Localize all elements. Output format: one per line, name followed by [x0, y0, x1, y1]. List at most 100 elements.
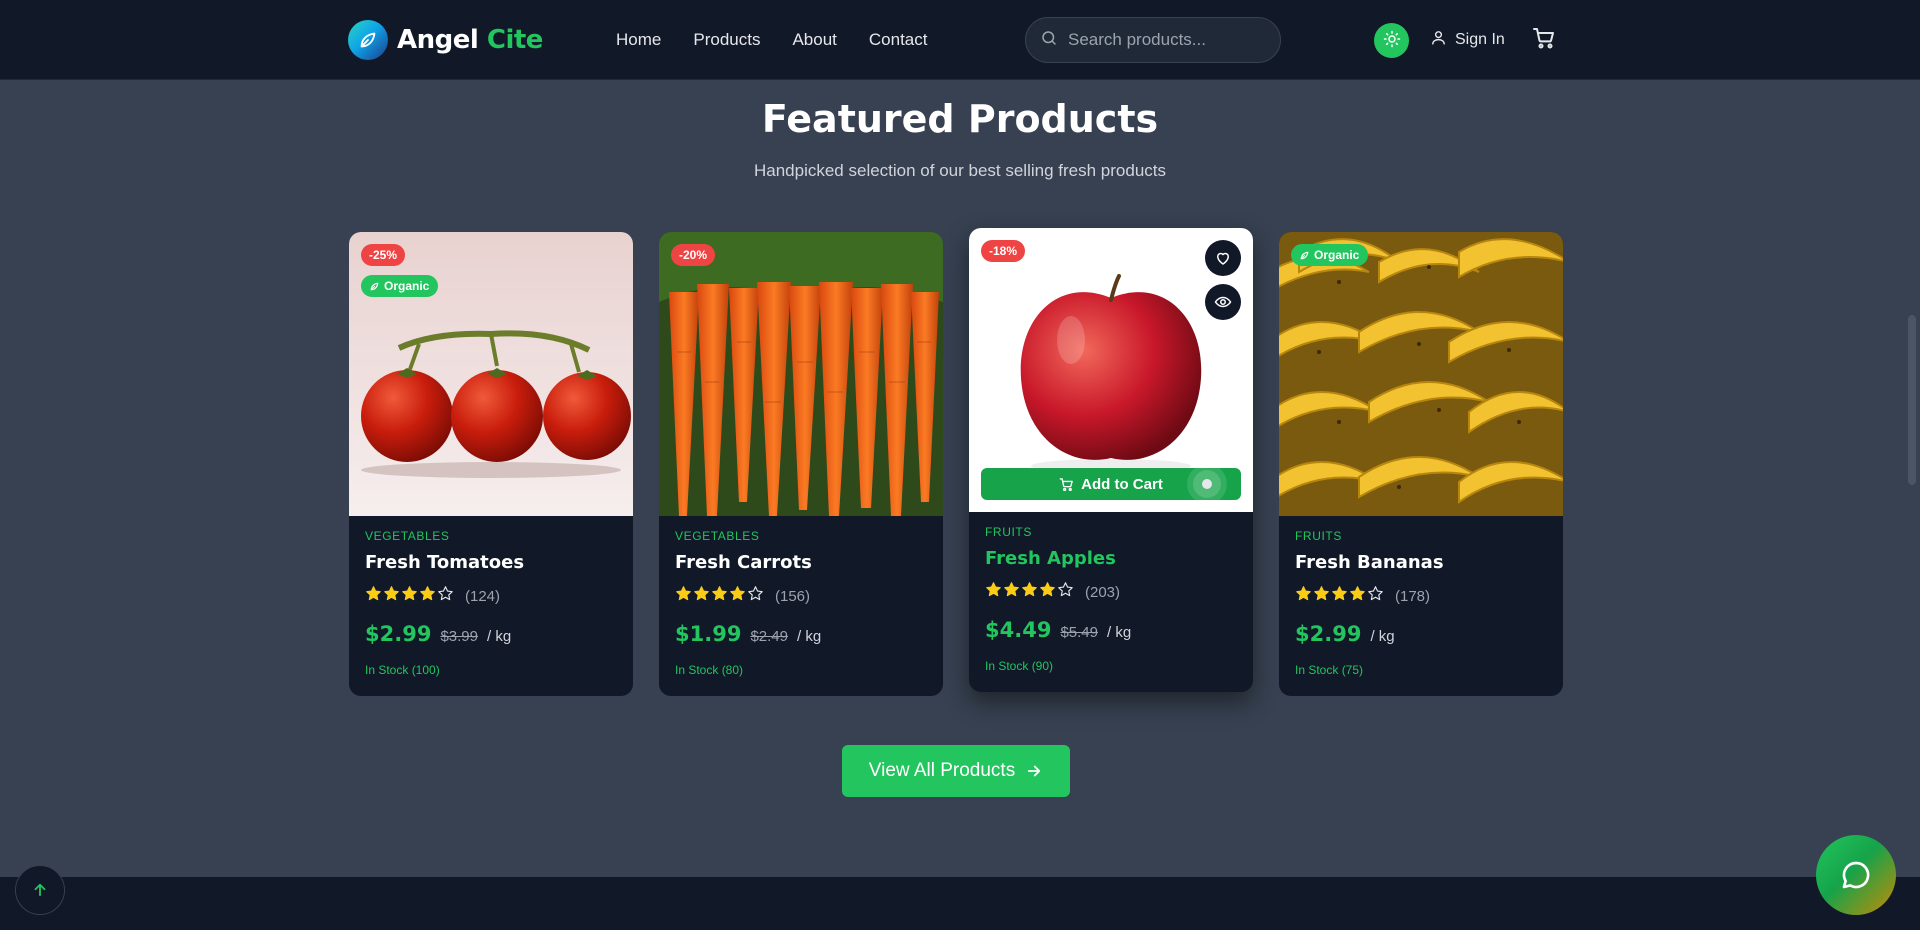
star-icon	[748, 586, 763, 601]
star-icons	[675, 585, 765, 607]
star-icon	[730, 586, 745, 601]
product-name[interactable]: Fresh Bananas	[1295, 552, 1547, 573]
star-icon	[1022, 582, 1037, 597]
add-to-cart-label: Add to Cart	[1081, 475, 1163, 493]
old-price: $2.49	[750, 628, 788, 645]
search-icon	[1040, 29, 1058, 52]
nav-home[interactable]: Home	[616, 30, 661, 50]
search-input[interactable]	[1068, 30, 1258, 50]
product-rating: (178)	[1295, 585, 1547, 607]
eye-icon	[1214, 296, 1232, 308]
organic-badge: Organic	[361, 275, 439, 297]
stock-status: In Stock (80)	[675, 663, 744, 677]
cart-icon	[1059, 477, 1073, 491]
product-card-bananas[interactable]: Organic FRUITS Fresh Bananas (178) $2.99…	[1279, 232, 1563, 696]
sign-in-label: Sign In	[1455, 31, 1505, 48]
product-price: $4.49	[985, 618, 1052, 642]
product-name[interactable]: Fresh Tomatoes	[365, 552, 617, 573]
site-header: Angel Cite Home Products About Contact S…	[0, 0, 1920, 80]
sign-in-button[interactable]: Sign In	[1430, 27, 1505, 53]
product-category: VEGETABLES	[675, 529, 760, 543]
leaf-logo-icon	[348, 20, 388, 60]
product-card-tomatoes[interactable]: -25% Organic VEGETABLES Fresh Tomatoes (…	[349, 232, 633, 696]
product-image-bananas[interactable]: Organic	[1279, 232, 1563, 516]
product-name[interactable]: Fresh Apples	[985, 548, 1237, 569]
sun-icon	[1383, 30, 1401, 51]
product-card-carrots[interactable]: -20% VEGETABLES Fresh Carrots (156) $1.9…	[659, 232, 943, 696]
review-count: (203)	[1085, 583, 1121, 601]
old-price: $3.99	[440, 628, 478, 645]
nav-contact[interactable]: Contact	[869, 30, 928, 50]
search-box	[1025, 17, 1281, 63]
star-icon	[366, 586, 381, 601]
star-icon	[1296, 586, 1311, 601]
product-price: $2.99	[1295, 622, 1362, 646]
price-unit: / kg	[1106, 624, 1132, 641]
chat-button[interactable]	[1816, 835, 1896, 915]
nav-about[interactable]: About	[792, 30, 836, 50]
review-count: (178)	[1395, 587, 1431, 605]
star-icon	[1004, 582, 1019, 597]
section-subtitle: Handpicked selection of our best selling…	[753, 161, 1166, 180]
wishlist-button[interactable]	[1205, 240, 1241, 276]
stock-status: In Stock (100)	[365, 663, 440, 677]
discount-badge: -25%	[361, 244, 406, 266]
star-icons	[1295, 585, 1385, 607]
leaf-icon	[1300, 251, 1309, 259]
star-icon	[420, 586, 435, 601]
leaf-icon	[370, 282, 379, 290]
stock-status: In Stock (75)	[1295, 663, 1364, 677]
star-icon	[438, 586, 453, 601]
star-icons	[365, 585, 455, 607]
stock-status: In Stock (90)	[985, 659, 1054, 673]
star-icon	[694, 586, 709, 601]
discount-badge: -18%	[981, 240, 1026, 262]
product-image-carrots[interactable]: -20%	[659, 232, 943, 516]
arrow-up-icon	[34, 883, 46, 897]
user-icon	[1430, 29, 1447, 51]
star-icon	[712, 586, 727, 601]
theme-toggle-button[interactable]	[1374, 23, 1409, 58]
star-icon	[1314, 586, 1329, 601]
quick-view-button[interactable]	[1205, 284, 1241, 320]
site-footer	[0, 877, 1920, 930]
product-price: $2.99	[365, 622, 432, 646]
main-nav: Home Products About Contact	[616, 0, 927, 80]
organic-label: Organic	[384, 279, 430, 293]
old-price: $5.49	[1060, 624, 1098, 641]
review-count: (156)	[775, 587, 811, 605]
product-name[interactable]: Fresh Carrots	[675, 552, 927, 573]
star-icon	[1040, 582, 1055, 597]
cart-icon	[1532, 26, 1556, 55]
price-unit: / kg	[486, 628, 512, 645]
product-price: $1.99	[675, 622, 742, 646]
logo-text: Angel Cite	[397, 25, 543, 55]
product-image-tomatoes[interactable]: -25% Organic	[349, 232, 633, 516]
section-title: Featured Products	[761, 97, 1159, 141]
review-count: (124)	[465, 587, 501, 605]
product-card-apples[interactable]: -18% Add to Cart FRUITS Fresh Apples (20…	[969, 228, 1253, 692]
star-icon	[402, 586, 417, 601]
star-icon	[1058, 582, 1073, 597]
arrow-right-icon	[1028, 765, 1041, 777]
product-category: FRUITS	[1295, 529, 1342, 543]
star-icon	[384, 586, 399, 601]
logo[interactable]: Angel Cite	[348, 20, 543, 60]
page-scrollbar[interactable]	[1908, 315, 1916, 485]
scroll-to-top-button[interactable]	[15, 865, 65, 915]
cart-button[interactable]	[1530, 27, 1558, 53]
click-ripple-indicator	[1193, 470, 1221, 498]
nav-products[interactable]: Products	[693, 30, 760, 50]
product-rating: (203)	[985, 581, 1237, 603]
star-icon	[1350, 586, 1365, 601]
product-rating: (124)	[365, 585, 617, 607]
view-all-products-button[interactable]: View All Products	[842, 745, 1070, 797]
view-all-label: View All Products	[868, 760, 1016, 781]
product-image-apples[interactable]: -18% Add to Cart	[969, 228, 1253, 512]
star-icon	[986, 582, 1001, 597]
star-icons	[985, 581, 1075, 603]
heart-icon	[1217, 252, 1229, 265]
price-unit: / kg	[796, 628, 822, 645]
discount-badge: -20%	[671, 244, 716, 266]
star-icon	[1368, 586, 1383, 601]
